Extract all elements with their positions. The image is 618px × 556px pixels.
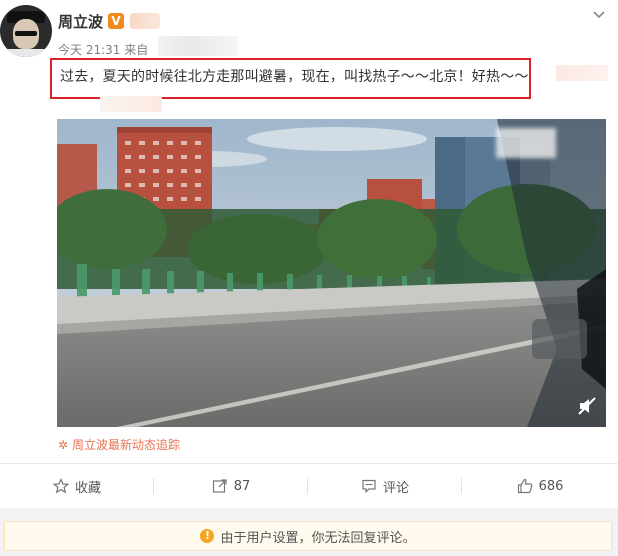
favorite-button[interactable]: 收藏 <box>0 464 154 508</box>
repost-button[interactable]: 87 <box>154 464 308 508</box>
repost-count: 87 <box>233 478 251 494</box>
mute-icon[interactable] <box>577 396 597 416</box>
star-icon: ✲ <box>58 438 69 452</box>
video-source-link[interactable]: ✲ 周立波最新动态追踪 <box>58 436 180 453</box>
blurred-text-end <box>556 65 608 81</box>
action-bar: 收藏 87 评论 686 <box>0 464 618 508</box>
comment-label: 评论 <box>382 480 409 496</box>
comment-disabled-notice: ! 由于用户设置，你无法回复评论。 <box>4 521 612 551</box>
comment-icon <box>362 479 376 494</box>
like-count: 686 <box>538 478 564 494</box>
chevron-down-icon[interactable] <box>591 7 607 23</box>
comment-button[interactable]: 评论 <box>308 464 462 508</box>
highlight-annotation-box <box>50 58 531 99</box>
blurred-source <box>158 36 238 56</box>
star-outline-icon <box>52 478 69 494</box>
post-source-prefix: 来自 <box>124 43 149 57</box>
avatar[interactable] <box>0 5 52 57</box>
repost-icon <box>212 479 227 493</box>
blurred-text-line <box>100 96 162 112</box>
warning-icon: ! <box>200 529 215 543</box>
post-timestamp[interactable]: 今天 21:31 <box>58 43 120 57</box>
weibo-post-card: 周立波 V 今天 21:31 来自 过去，夏天的时候往北方走那叫避暑，现在，叫找… <box>0 0 618 556</box>
verified-badge: V <box>108 13 124 29</box>
notice-text: 由于用户设置，你无法回复评论。 <box>220 530 416 546</box>
video-player[interactable] <box>57 119 606 427</box>
comment-notice-area: ! 由于用户设置，你无法回复评论。 <box>0 508 618 556</box>
post-meta: 今天 21:31 来自 <box>58 41 148 58</box>
video-source-label: 周立波最新动态追踪 <box>72 438 181 452</box>
video-frame-image <box>57 119 606 427</box>
favorite-label: 收藏 <box>74 480 101 496</box>
like-button[interactable]: 686 <box>462 464 618 508</box>
blurred-badge <box>130 13 160 29</box>
blurred-watermark <box>496 128 556 158</box>
author-name[interactable]: 周立波 <box>58 11 103 32</box>
like-icon <box>517 478 532 494</box>
